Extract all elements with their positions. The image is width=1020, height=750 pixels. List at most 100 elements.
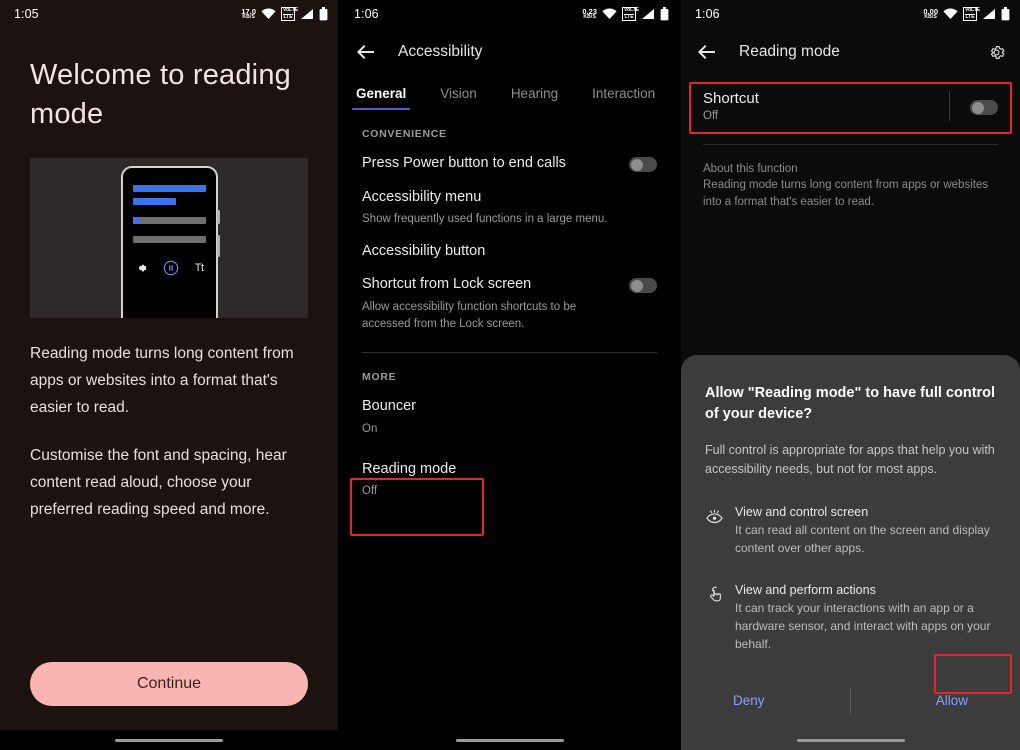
panel-reading-mode-welcome: 1:05 17.0 KB/S VoLTE LTE Welcome to readi… — [0, 0, 338, 750]
dialog-subtitle: Full control is appropriate for apps tha… — [705, 443, 995, 476]
battery-icon — [319, 7, 328, 21]
about-this-function: About this function Reading mode turns l… — [681, 145, 1020, 212]
status-bar: 1:06 0.23 KB/S VoLTE LTE — [340, 0, 679, 28]
three-panel-screenshot: 1:05 17.0 KB/S VoLTE LTE Welcome to readi… — [0, 0, 1020, 750]
row-vertical-divider — [949, 91, 950, 121]
nav-handle[interactable] — [796, 738, 905, 742]
row-texts: Press Power button to end calls — [362, 154, 629, 174]
status-icons: 0.00 KB/S VoLTE LTE — [923, 7, 1010, 21]
reading-mode-phone-illustration: Tt — [30, 158, 308, 319]
setting-row-accessibility-menu[interactable]: Accessibility menu Show frequently used … — [340, 174, 679, 228]
row-title: Bouncer — [362, 398, 417, 415]
app-bar: Reading mode — [681, 28, 1020, 76]
row-title: Shortcut from Lock screen — [362, 276, 532, 293]
row-subtitle: Off — [703, 110, 719, 122]
illustration-subheadline-bar — [132, 198, 177, 206]
setting-row-shortcut[interactable]: Shortcut Off — [681, 76, 1020, 136]
illustration-toolbar: Tt — [133, 260, 206, 276]
tab-bar: General Vision Hearing Interaction — [340, 80, 679, 110]
status-time: 1:05 — [14, 7, 39, 21]
panel-reading-mode-settings: 1:06 0.00 KB/S VoLTE LTE Reading mode Sh… — [681, 0, 1020, 750]
wifi-icon — [943, 8, 958, 19]
phone-side-button-lower — [216, 235, 220, 258]
dialog-button-divider — [849, 687, 851, 714]
status-time: 1:06 — [354, 7, 379, 21]
row-texts: Reading mode Off — [362, 460, 657, 500]
deny-button[interactable]: Deny — [715, 685, 783, 716]
section-header-convenience: CONVENIENCE — [362, 128, 447, 140]
data-rate-indicator: 0.23 KB/S — [582, 8, 597, 21]
allow-button[interactable]: Allow — [918, 685, 986, 716]
section-header-more: MORE — [362, 371, 397, 384]
gesture-nav-bar[interactable] — [681, 730, 1020, 750]
row-texts: Shortcut Off — [703, 90, 949, 122]
toggle-press-power-end-calls[interactable] — [629, 157, 657, 172]
data-rate-indicator: 17.0 KB/S — [241, 8, 256, 21]
phone-mockup: Tt — [120, 166, 220, 319]
permission-description: It can read all content on the screen an… — [735, 522, 990, 555]
gear-icon — [138, 264, 146, 272]
permission-title: View and control screen — [735, 504, 869, 519]
volte-icon: VoLTE LTE — [963, 7, 981, 21]
gesture-nav-bar[interactable] — [0, 730, 338, 750]
data-rate-indicator: 0.00 KB/S — [923, 8, 938, 21]
setting-row-shortcut-lock-screen[interactable]: Shortcut from Lock screen Allow accessib… — [340, 261, 679, 332]
row-title: Shortcut — [703, 90, 759, 107]
illustration-body-bar-1 — [132, 217, 206, 225]
row-subtitle: Show frequently used functions in a larg… — [362, 213, 608, 226]
setting-row-bouncer[interactable]: Bouncer On — [340, 383, 679, 437]
tab-hearing[interactable]: Hearing — [509, 80, 560, 110]
about-text: Reading mode turns long content from app… — [703, 179, 989, 209]
data-rate-unit: KB/S — [242, 14, 256, 21]
page-title: Accessibility — [398, 43, 483, 60]
continue-button[interactable]: Continue — [30, 662, 308, 706]
page-title: Welcome to reading mode — [30, 59, 291, 130]
setting-row-accessibility-button[interactable]: Accessibility button — [340, 228, 679, 262]
status-time: 1:06 — [695, 7, 720, 21]
nav-handle[interactable] — [455, 738, 564, 742]
permission-description: It can track your interactions with an a… — [735, 600, 991, 651]
illustration-body-bar-2 — [132, 236, 206, 244]
row-title: Accessibility button — [362, 242, 486, 259]
wifi-icon — [602, 8, 617, 19]
wifi-icon — [261, 8, 276, 19]
panel-accessibility-settings: 1:06 0.23 KB/S VoLTE LTE Accessibility Ge… — [340, 0, 679, 750]
permission-dialog: Allow "Reading mode" to have full contro… — [681, 355, 1020, 750]
setting-row-reading-mode[interactable]: Reading mode Off — [340, 438, 679, 500]
toggle-shortcut-lock-screen[interactable] — [629, 278, 657, 294]
row-texts: Accessibility button — [362, 242, 657, 262]
nav-handle[interactable] — [115, 738, 223, 742]
volte-icon: VoLTE LTE — [622, 7, 640, 21]
data-rate-unit: KB/S — [583, 14, 597, 21]
gesture-nav-bar[interactable] — [340, 730, 679, 750]
about-heading: About this function — [703, 163, 798, 175]
back-arrow-icon[interactable] — [354, 40, 378, 64]
toggle-shortcut[interactable] — [970, 100, 998, 115]
continue-button-container: Continue — [30, 662, 308, 706]
row-texts: Shortcut from Lock screen Allow accessib… — [362, 275, 629, 332]
pause-circle-icon — [163, 260, 178, 276]
tab-interaction[interactable]: Interaction — [590, 80, 657, 110]
illustration-headline-bar — [132, 185, 206, 193]
phone-side-button-upper — [216, 210, 220, 225]
status-icons: 17.0 KB/S VoLTE LTE — [241, 7, 328, 21]
onboarding-body: Welcome to reading mode Tt Reading mode … — [0, 56, 338, 523]
gear-icon[interactable] — [987, 43, 1006, 62]
setting-row-press-power-end-calls[interactable]: Press Power button to end calls — [340, 140, 679, 174]
status-icons: 0.23 KB/S VoLTE LTE — [582, 7, 669, 21]
row-title: Reading mode — [362, 460, 457, 477]
permission-item-view-perform-actions: View and perform actions It can track yo… — [705, 583, 996, 653]
tap-gesture-icon — [705, 583, 735, 653]
volte-icon: VoLTE LTE — [281, 7, 299, 21]
row-title: Press Power button to end calls — [362, 155, 566, 171]
permission-texts: View and perform actions It can track yo… — [735, 583, 996, 653]
back-arrow-icon[interactable] — [695, 40, 719, 64]
permission-texts: View and control screen It can read all … — [735, 505, 996, 557]
row-subtitle: Off — [362, 485, 378, 498]
tab-vision[interactable]: Vision — [438, 80, 479, 110]
dialog-title: Allow "Reading mode" to have full contro… — [705, 385, 996, 423]
tab-general[interactable]: General — [351, 80, 411, 110]
eye-icon — [705, 505, 735, 557]
permission-title: View and perform actions — [735, 582, 876, 597]
battery-icon — [660, 7, 669, 21]
